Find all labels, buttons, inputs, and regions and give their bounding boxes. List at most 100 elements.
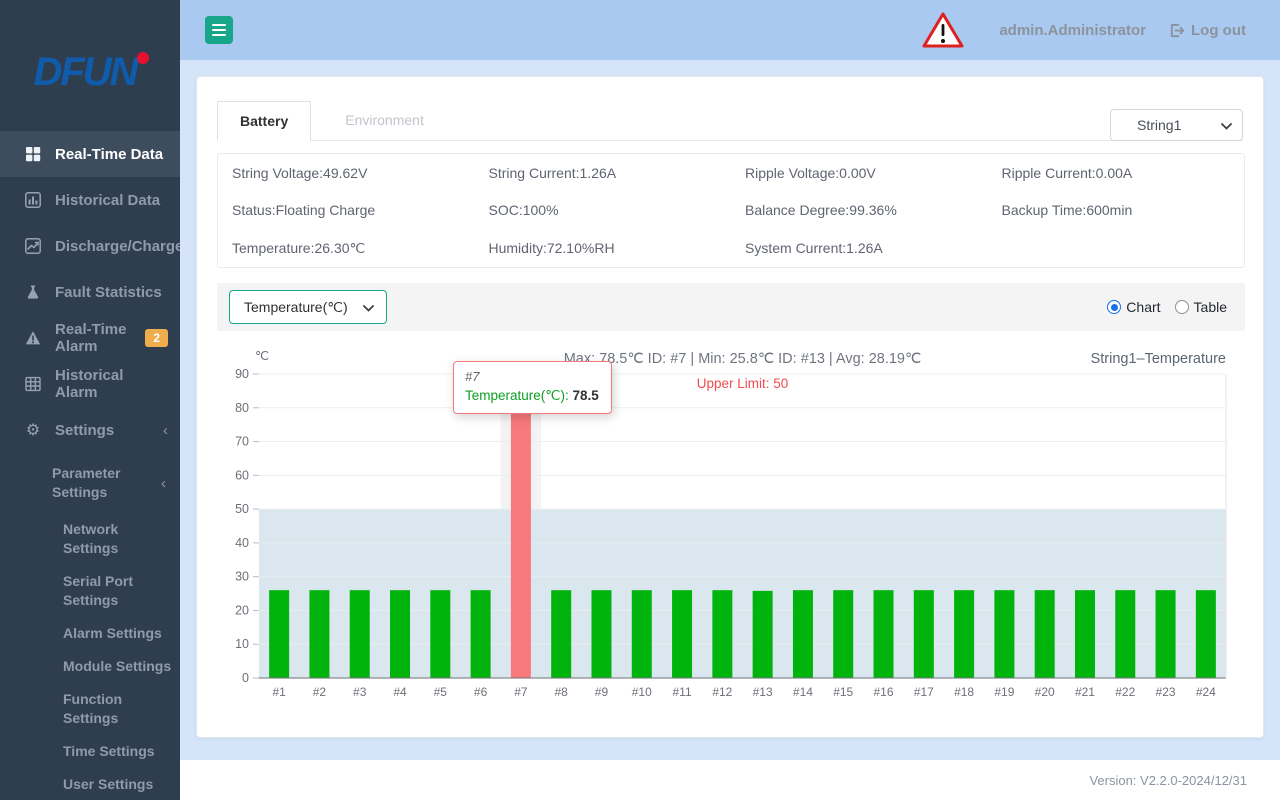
temperature-chart[interactable]: 0102030405060708090#1#2#3#4#5#6#7#8#9#10… <box>217 336 1245 728</box>
sidebar-item-label: Historical Data <box>55 192 160 209</box>
alarm-count-badge: 2 <box>145 329 168 347</box>
bar-cell-19[interactable] <box>994 590 1014 678</box>
table-icon <box>24 375 42 393</box>
sidebar-item-parameter-settings[interactable]: Parameter Settings‹ <box>0 453 180 513</box>
stat-system-current: System Current:1.26A <box>731 229 988 267</box>
x-tick-label: #15 <box>833 685 853 699</box>
bar-cell-5[interactable] <box>430 590 450 678</box>
tooltip-series-label: Temperature(℃): <box>465 388 569 403</box>
bar-cell-14[interactable] <box>793 590 813 678</box>
content-card: Battery Environment String1 String Volta… <box>196 76 1264 738</box>
y-tick-label: 40 <box>235 536 249 550</box>
alarm-warning-icon[interactable] <box>921 11 965 49</box>
bar-cell-24[interactable] <box>1196 590 1216 678</box>
sidebar-item-settings[interactable]: ⚙Settings‹ <box>0 407 180 453</box>
sidebar-item-user-settings[interactable]: User Settings <box>0 768 180 800</box>
view-radio-table[interactable]: Table <box>1175 299 1227 315</box>
sidebar-item-module-settings[interactable]: Module Settings <box>0 650 180 683</box>
bar-cell-23[interactable] <box>1156 590 1176 678</box>
sidebar-item-fault-statistics[interactable]: Fault Statistics <box>0 269 180 315</box>
chevron-left-icon: ‹ <box>161 474 166 493</box>
bar-cell-4[interactable] <box>390 590 410 678</box>
gear-icon: ⚙ <box>24 421 42 439</box>
bar-cell-12[interactable] <box>712 590 732 678</box>
bar-cell-3[interactable] <box>350 590 370 678</box>
x-tick-label: #3 <box>353 685 367 699</box>
line-chart-icon <box>24 237 42 255</box>
x-tick-label: #19 <box>994 685 1014 699</box>
y-tick-label: 90 <box>235 367 249 381</box>
x-tick-label: #13 <box>753 685 773 699</box>
x-tick-label: #22 <box>1115 685 1135 699</box>
battery-stats-panel: String Voltage:49.62VString Current:1.26… <box>217 153 1245 268</box>
x-tick-label: #18 <box>954 685 974 699</box>
sidebar-item-real-time-data[interactable]: Real-Time Data <box>0 131 180 177</box>
tooltip-value: 78.5 <box>572 388 598 403</box>
bar-cell-9[interactable] <box>591 590 611 678</box>
x-tick-label: #14 <box>793 685 813 699</box>
chevron-left-icon: ‹ <box>163 422 168 439</box>
y-tick-label: 60 <box>235 468 249 482</box>
bar-chart-canvas[interactable]: 0102030405060708090#1#2#3#4#5#6#7#8#9#10… <box>217 346 1245 721</box>
bar-cell-16[interactable] <box>874 590 894 678</box>
sidebar-item-function-settings[interactable]: Function Settings <box>0 683 180 735</box>
string-select[interactable]: String1 <box>1110 109 1243 141</box>
stat-soc: SOC:100% <box>475 192 732 230</box>
stat-ripple-current: Ripple Current:0.00A <box>988 154 1245 192</box>
bar-cell-8[interactable] <box>551 590 571 678</box>
y-tick-label: 10 <box>235 637 249 651</box>
sidebar-item-alarm-settings[interactable]: Alarm Settings <box>0 617 180 650</box>
upper-limit-label: Upper Limit: 50 <box>697 376 789 391</box>
x-tick-label: #20 <box>1035 685 1055 699</box>
stat-string-voltage: String Voltage:49.62V <box>218 154 475 192</box>
sidebar-item-time-settings[interactable]: Time Settings <box>0 735 180 768</box>
radio-unselected-icon <box>1175 300 1189 314</box>
bar-cell-18[interactable] <box>954 590 974 678</box>
x-tick-label: #1 <box>272 685 286 699</box>
sidebar-submenu: Parameter Settings‹Network SettingsSeria… <box>0 453 180 800</box>
warning-icon <box>24 329 42 347</box>
radio-label: Chart <box>1126 299 1160 315</box>
logged-in-user: admin.Administrator <box>999 22 1146 39</box>
sidebar-item-discharge-charge[interactable]: Discharge/Charge <box>0 223 180 269</box>
bar-cell-20[interactable] <box>1035 590 1055 678</box>
sidebar-item-network-settings[interactable]: Network Settings <box>0 513 180 565</box>
sidebar-item-historical-data[interactable]: Historical Data <box>0 177 180 223</box>
tab-environment[interactable]: Environment <box>311 101 458 141</box>
topbar: admin.Administrator Log out <box>180 0 1280 60</box>
bar-cell-10[interactable] <box>632 590 652 678</box>
logout-button[interactable]: Log out <box>1169 22 1246 39</box>
bar-cell-2[interactable] <box>309 590 329 678</box>
sidebar-item-label: Real-Time Data <box>55 146 163 163</box>
chart-tooltip: #7 Temperature(℃): 78.5 <box>453 361 612 414</box>
bar-cell-22[interactable] <box>1115 590 1135 678</box>
stat-temperature: Temperature:26.30℃ <box>218 229 475 267</box>
dfun-logo: DFUN <box>33 50 146 95</box>
sidebar-toggle-button[interactable] <box>205 16 233 44</box>
bar-cell-7[interactable] <box>511 413 531 678</box>
bar-cell-21[interactable] <box>1075 590 1095 678</box>
sidebar-item-serial-port-settings[interactable]: Serial Port Settings <box>0 565 180 617</box>
y-tick-label: 30 <box>235 570 249 584</box>
sidebar-item-label: Historical Alarm <box>55 367 168 401</box>
view-radio-chart[interactable]: Chart <box>1107 299 1160 315</box>
bar-cell-1[interactable] <box>269 590 289 678</box>
bar-cell-13[interactable] <box>753 591 773 678</box>
logout-icon <box>1169 23 1184 38</box>
bar-chart-icon <box>24 191 42 209</box>
sidebar-item-label: Fault Statistics <box>55 284 162 301</box>
bar-cell-15[interactable] <box>833 590 853 678</box>
bar-cell-17[interactable] <box>914 590 934 678</box>
x-tick-label: #23 <box>1156 685 1176 699</box>
bar-cell-11[interactable] <box>672 590 692 678</box>
sidebar-item-real-time-alarm[interactable]: Real-Time Alarm2 <box>0 315 180 361</box>
bar-cell-6[interactable] <box>471 590 491 678</box>
radio-selected-icon <box>1107 300 1121 314</box>
main-content: Battery Environment String1 String Volta… <box>180 60 1280 760</box>
y-tick-label: 70 <box>235 435 249 449</box>
sidebar-item-historical-alarm[interactable]: Historical Alarm <box>0 361 180 407</box>
x-tick-label: #21 <box>1075 685 1095 699</box>
tab-battery[interactable]: Battery <box>217 101 311 141</box>
metric-select[interactable]: Temperature(℃) <box>229 290 387 324</box>
y-axis-unit: ℃ <box>255 349 269 363</box>
